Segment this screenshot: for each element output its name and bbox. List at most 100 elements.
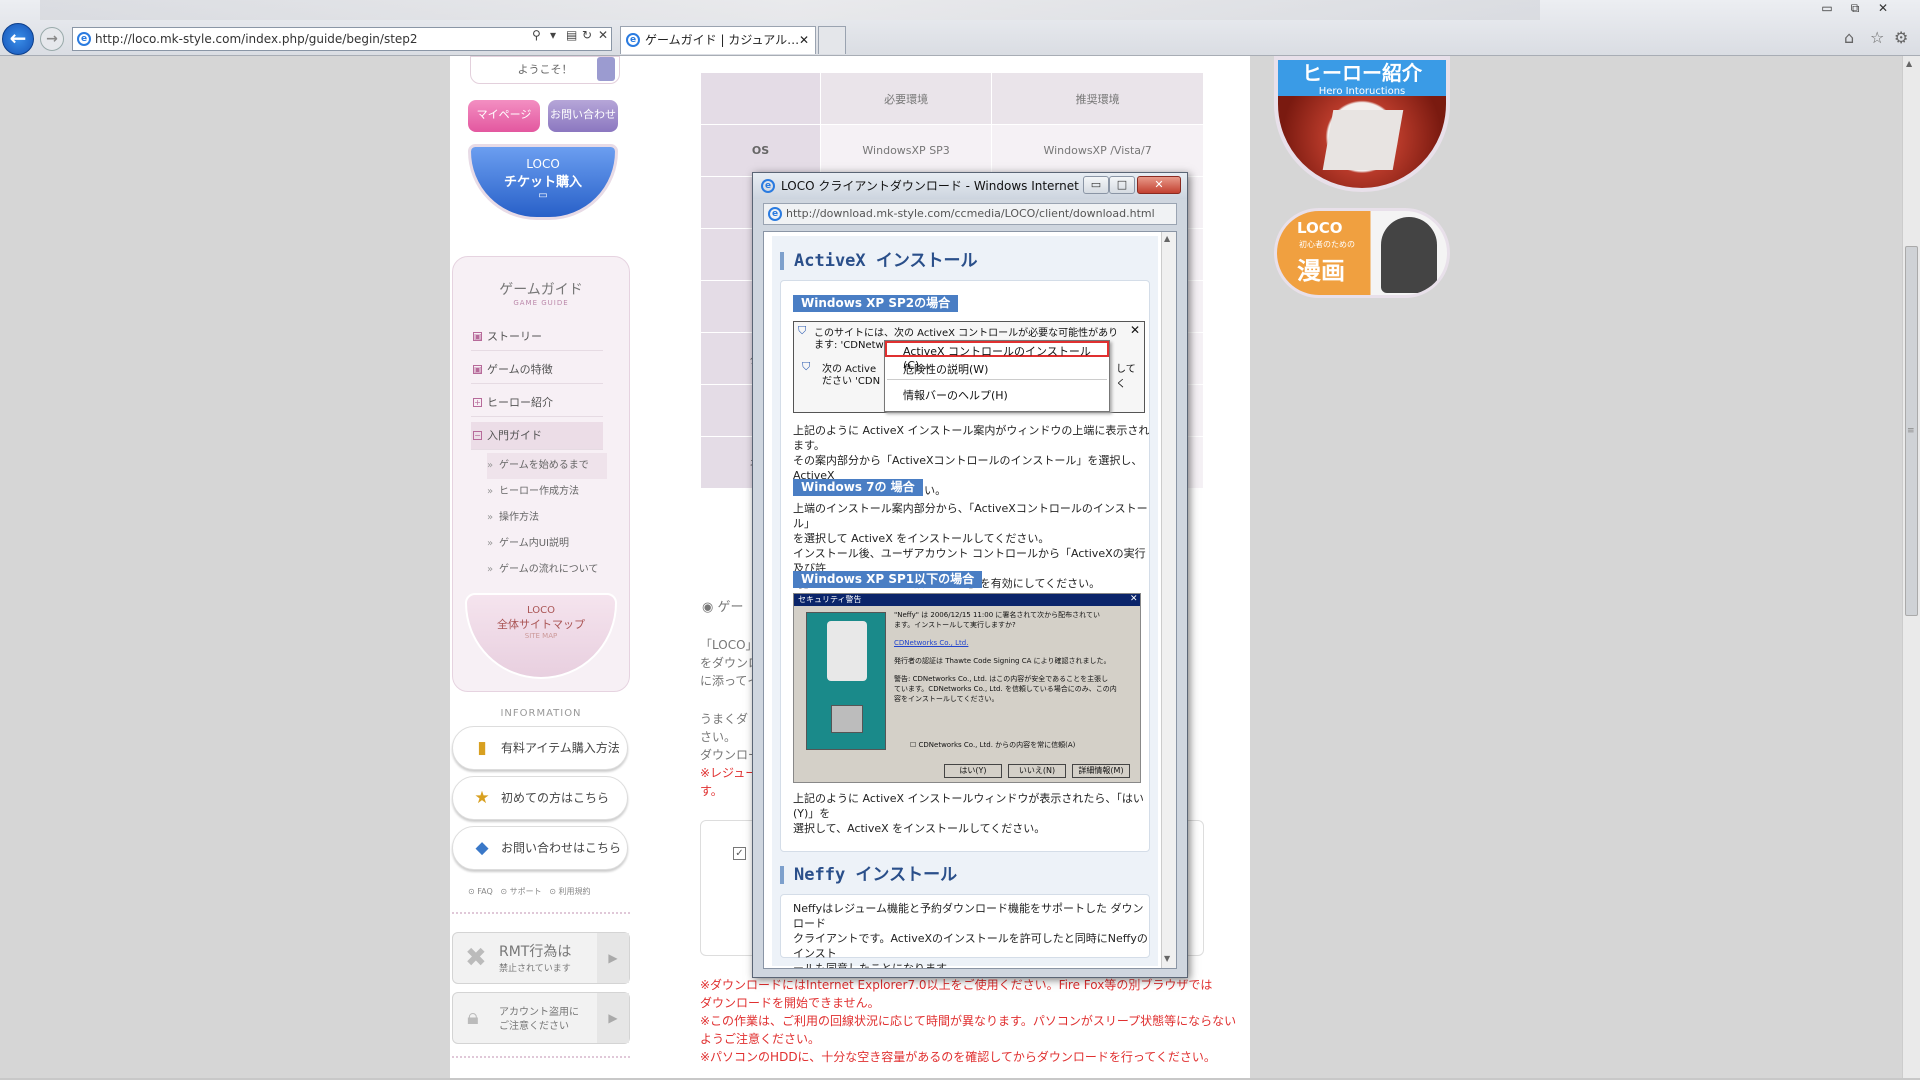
sidebar-item-story[interactable]: ▣ ストーリー <box>471 323 603 351</box>
neffy-desc-line: ールも同意したことになります。 <box>793 962 957 969</box>
minimize-icon[interactable]: ▭ <box>1816 0 1838 16</box>
download-popup-window: e LOCO クライアントダウンロード - Windows Internet .… <box>752 172 1188 978</box>
para2-line5: す。 <box>700 784 723 798</box>
mypage-button[interactable]: マイページ <box>468 100 540 132</box>
expand-icon: + <box>473 398 482 407</box>
popup-maximize-button[interactable]: □ <box>1109 176 1135 194</box>
sec-text-line: 警告: CDNetworks Co., Ltd. はこの内容が安全であることを主… <box>894 675 1109 683</box>
support-link[interactable]: ⊙ サポート <box>500 887 541 896</box>
win7-desc-line: 上端のインストール案内部分から、「ActiveXコントロールのインストール」 <box>793 502 1148 530</box>
contact-button[interactable]: お問い合わせ <box>548 100 618 132</box>
para2-line2: さい。 <box>700 730 737 744</box>
security-dialog-screenshot: セキュリティ警告 ✕ "Neffy" は 2006/12/15 11:00 に署… <box>793 593 1141 783</box>
page-scrollbar[interactable]: ▲ ≡ <box>1902 56 1920 1080</box>
sidebar-sub-hero-creation[interactable]: ヒーロー作成方法 <box>487 479 607 505</box>
tab-close-icon[interactable]: ✕ <box>799 27 809 53</box>
sidebar-item-beginner-guide[interactable]: − 入門ガイド <box>471 422 603 450</box>
cell: WindowsXP /Vista/7 <box>991 124 1204 177</box>
address-bar[interactable]: e http://loco.mk-style.com/index.php/gui… <box>72 27 612 51</box>
refresh-icon[interactable]: ↻ <box>582 28 592 42</box>
menu-label: ゲームの特徴 <box>487 363 553 376</box>
sec-always-trust: ☐ CDNetworks Co., Ltd. からの内容を常に信頼(A) <box>910 741 1076 749</box>
sidebar-item-heroes[interactable]: + ヒーロー紹介 <box>471 389 603 417</box>
info-heading: INFORMATION <box>500 708 582 719</box>
infobar-text5: してく <box>1116 364 1136 390</box>
support-link-text: サポート <box>509 887 542 896</box>
scroll-up-icon[interactable]: ▲ <box>1164 234 1170 243</box>
hero-figure-icon <box>1322 110 1404 170</box>
menu-label: ストーリー <box>487 330 542 343</box>
favorites-star-icon[interactable]: ☆ <box>1870 28 1884 47</box>
logout-tab[interactable] <box>597 57 615 81</box>
search-icon[interactable]: ⚲ <box>532 28 541 42</box>
collapse-icon: − <box>473 431 482 440</box>
sec-dialog-title: セキュリティ警告 <box>794 594 1140 606</box>
sec-text-line: ています。CDNetworks Co., Ltd. を信頼している場合にのみ、こ… <box>894 685 1117 693</box>
dropdown-icon[interactable]: ▾ <box>550 28 556 42</box>
popup-content: ActiveX インストール Windows XP SP2の場合 ⛉ このサイト… <box>763 231 1177 969</box>
small-links: ⊙ FAQ ⊙ サポート ⊙ 利用規約 <box>468 886 591 897</box>
faq-link[interactable]: ⊙ FAQ <box>468 887 493 896</box>
account-warning-banner[interactable]: 🔒︎ アカウント盗用に ご注意ください ▶ <box>452 992 630 1044</box>
popup-close-button[interactable]: ✕ <box>1137 176 1181 194</box>
paid-item-button[interactable]: ▮ 有料アイテム購入方法 <box>452 726 628 770</box>
activex-heading: ActiveX インストール <box>780 252 978 270</box>
background-window-blur <box>40 0 1540 20</box>
para2-line1: うまくダ <box>700 712 749 726</box>
forward-button[interactable]: → <box>40 27 64 51</box>
sidebar-item-features[interactable]: ▣ ゲームの特徴 <box>471 356 603 384</box>
xp-sp2-badge: Windows XP SP2の場合 <box>793 295 959 312</box>
restore-icon[interactable]: ⧉ <box>1844 0 1866 16</box>
rmt-warning-banner[interactable]: ✖ RMT行為は 禁止されています ▶ <box>452 932 630 984</box>
sitemap-sub: SITE MAP <box>524 632 558 640</box>
sidebar-sub-game-flow[interactable]: ゲームの流れについて <box>487 557 607 583</box>
star-icon: ★ <box>474 788 490 808</box>
neffy-desc: Neffyはレジューム機能と予約ダウンロード機能をサポートした ダウンロード ク… <box>793 901 1153 969</box>
tab-active[interactable]: e ゲームガイド | カジュアル… ✕ <box>620 26 816 54</box>
gear-icon[interactable]: ⚙ <box>1894 28 1908 47</box>
info-button-label: 初めての方はこちら <box>501 791 610 805</box>
manga-banner[interactable]: LOCO 初心者のための 漫画 <box>1274 208 1450 298</box>
cell: WindowsXP SP3 <box>819 124 993 177</box>
sidebar-sub-controls[interactable]: 操作方法 <box>487 505 607 531</box>
sitemap-button[interactable]: LOCO 全体サイトマップ SITE MAP <box>465 593 617 679</box>
sidebar-sub-getting-started[interactable]: ゲームを始めるまで <box>487 453 607 479</box>
neffy-card: Neffyはレジューム機能と予約ダウンロード機能をサポートした ダウンロード ク… <box>780 894 1150 968</box>
xp-sp1-badge: Windows XP SP1以下の場合 <box>793 571 983 588</box>
beginner-button[interactable]: ★ 初めての方はこちら <box>452 776 628 820</box>
sec-dialog-illustration <box>806 612 886 750</box>
popup-ie-icon: e <box>761 179 775 193</box>
popup-title-text: LOCO クライアントダウンロード - Windows Internet ... <box>781 179 1095 193</box>
divider <box>452 1056 630 1058</box>
compat-view-icon[interactable]: ▤ <box>566 28 577 42</box>
sidebar-sub-ui-guide[interactable]: ゲーム内UI説明 <box>487 531 607 557</box>
arrow-right-icon: ▶ <box>597 993 629 1043</box>
activex-card: Windows XP SP2の場合 ⛉ このサイトには、次の ActiveX コ… <box>780 280 1150 852</box>
note-line2: ダウンロードを開始できません。 <box>700 996 880 1010</box>
close-icon[interactable]: ✕ <box>1872 0 1894 16</box>
account-line1: アカウント盗用に <box>499 1007 579 1018</box>
ctx-item-risk: 危険性の説明(W) <box>903 363 989 376</box>
popup-titlebar[interactable]: e LOCO クライアントダウンロード - Windows Internet .… <box>753 173 1187 199</box>
scroll-down-icon[interactable]: ▼ <box>1164 954 1170 963</box>
scroll-up-icon[interactable]: ▲ <box>1906 59 1912 68</box>
stop-icon[interactable]: ✕ <box>598 28 608 42</box>
sec-close-icon: ✕ <box>1130 594 1138 604</box>
hero-intro-banner[interactable]: ヒーロー紹介 Hero Intoructions <box>1274 56 1450 192</box>
popup-address-bar[interactable]: e http://download.mk-style.com/ccmedia/L… <box>763 203 1177 225</box>
agree-checkbox[interactable]: ✓ <box>733 847 746 860</box>
back-button[interactable]: ← <box>2 23 34 55</box>
popup-minimize-button[interactable]: ▭ <box>1083 176 1109 194</box>
scroll-grip-icon: ≡ <box>1907 426 1915 436</box>
terms-link[interactable]: ⊙ 利用規約 <box>549 887 590 896</box>
new-tab-button[interactable] <box>818 26 846 54</box>
home-icon[interactable]: ⌂ <box>1844 28 1854 47</box>
popup-scrollbar[interactable]: ▲ ▼ <box>1161 232 1176 968</box>
manga-line3: 漫画 <box>1297 257 1345 285</box>
inquiry-button[interactable]: ◆ お問い合わせはこちら <box>452 826 628 870</box>
terms-link-text: 利用規約 <box>558 887 591 896</box>
sec-text-line: 発行者の認証は Thawte Code Signing CA により確認されまし… <box>894 657 1111 665</box>
para1-line1: 「LOCO」 <box>700 638 758 652</box>
ie-page-icon: e <box>77 32 91 46</box>
certificate-icon <box>827 621 867 681</box>
